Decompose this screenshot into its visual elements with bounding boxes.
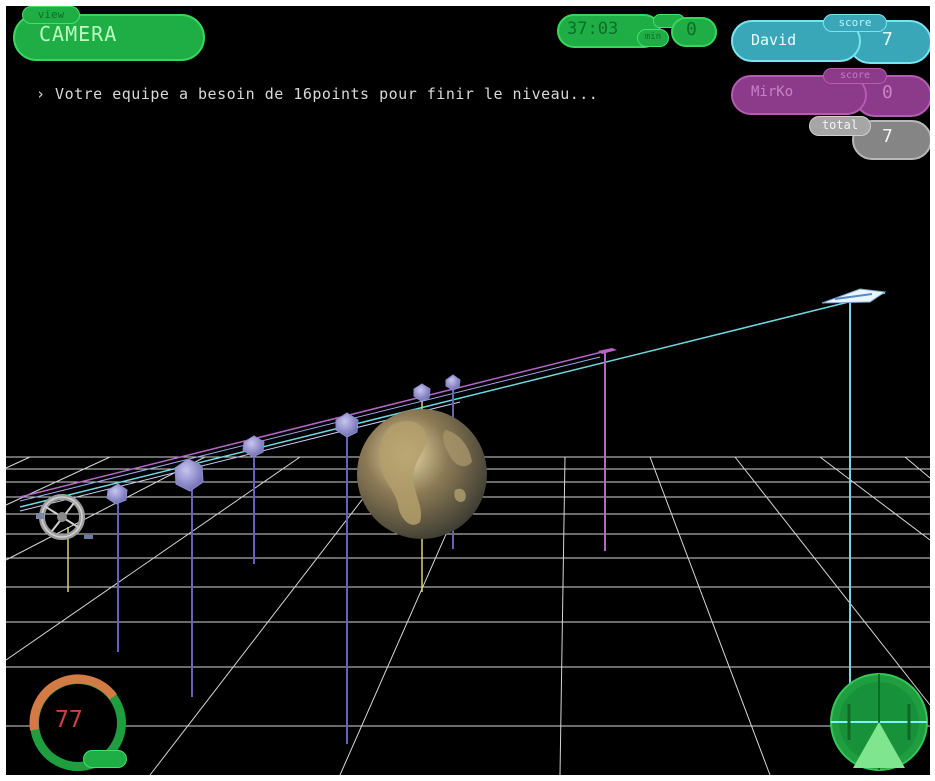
timer-text: 37:03 (567, 19, 619, 39)
view-mode-label: CAMERA (39, 22, 118, 46)
asteroid (335, 412, 359, 438)
game-viewport: view CAMERA 37:03 min 0 › Votre equipe a… (0, 0, 935, 781)
frame-border-left (0, 0, 6, 781)
asteroid (106, 483, 128, 505)
player2-name: MirKo (751, 84, 794, 100)
player2-score-tag: score (823, 68, 887, 84)
energy-gauge-tag (83, 750, 127, 768)
player2-score: 0 (882, 82, 893, 103)
earth-planet (357, 409, 487, 539)
player1-score-tag: score (823, 14, 887, 32)
energy-gauge-value: 77 (55, 707, 83, 733)
player1-score: 7 (882, 29, 893, 50)
asteroid (174, 458, 204, 492)
frame-border-right (930, 0, 935, 781)
total-score-value: 7 (882, 126, 893, 147)
radar-icon[interactable] (829, 672, 929, 772)
timer-unit: min (637, 29, 669, 47)
status-message: › Votre equipe a besoin de 16points pour… (36, 85, 599, 103)
asteroid (445, 374, 461, 391)
team-score-value: 0 (686, 19, 697, 40)
player1-name: David (751, 31, 797, 49)
spaceship-icon (821, 288, 887, 304)
3d-scene (5, 288, 931, 776)
frame-border-top (0, 0, 935, 6)
asteroid (242, 435, 265, 458)
total-score-tag: total (809, 116, 871, 136)
space-station-icon (36, 494, 93, 540)
frame-border-bottom (0, 775, 935, 781)
probe-marker (598, 348, 617, 354)
